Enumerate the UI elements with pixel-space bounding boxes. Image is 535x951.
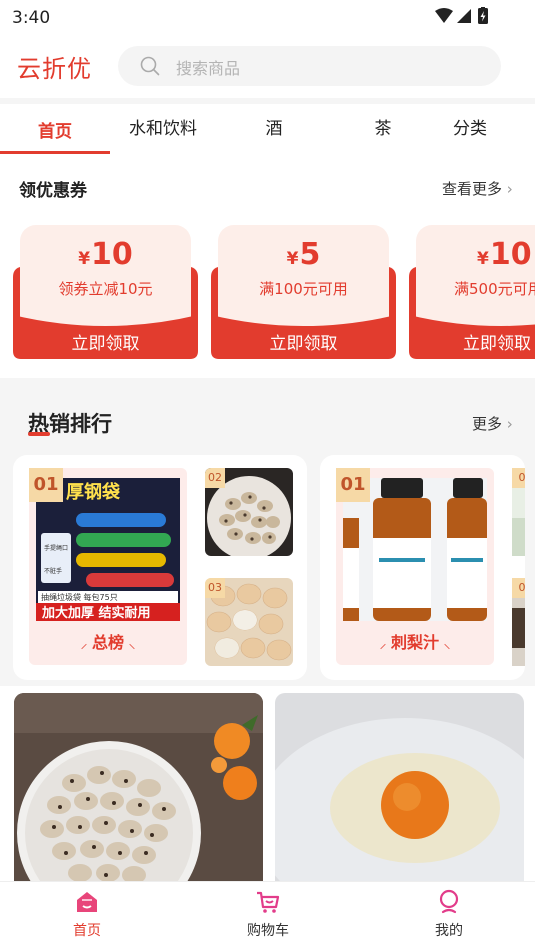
tag-b: 不脏手: [44, 567, 62, 575]
active-tab-indicator: [0, 151, 110, 154]
chevron-right-icon: ›: [506, 180, 513, 198]
coupon-condition: 领券立减10元: [58, 280, 153, 298]
coupon-card[interactable]: ¥5 满100元可用 立即领取: [211, 225, 396, 359]
hot-more-link[interactable]: 更多 ›: [472, 413, 513, 434]
nav-profile[interactable]: 我的: [409, 888, 489, 940]
laurel-left-icon: ⸝: [80, 636, 92, 652]
coupon-amount: ¥10: [13, 237, 198, 272]
tag-a: 手提绳口: [44, 544, 68, 552]
coupon-condition: 满500元可用: [454, 280, 535, 298]
claim-coupon-button[interactable]: 立即领取: [13, 329, 198, 354]
product-card-egg[interactable]: [275, 693, 524, 893]
rank-caption-label: 总榜: [91, 633, 124, 652]
currency-symbol: ¥: [477, 249, 489, 269]
rank-badge: 0: [512, 468, 525, 488]
coupon-value: 10: [489, 237, 532, 272]
claim-coupon-button[interactable]: 立即领取: [463, 329, 535, 354]
currency-symbol: ¥: [286, 249, 299, 269]
chevron-right-icon: ›: [506, 415, 513, 433]
tab-wine[interactable]: 酒: [219, 114, 329, 139]
hot-more-label: 更多: [472, 415, 503, 433]
rank-card-total[interactable]: 01 厚钢袋 手提绳口 不脏手 抽绳垃圾袋 每包75只 加大加厚 结实耐用 ⸝ …: [13, 455, 307, 680]
category-tabs: 首页 水和饮料 酒 茶 分类: [0, 104, 535, 154]
rank-caption-label: 刺梨汁: [390, 633, 439, 652]
brand-logo: 云折优: [17, 55, 92, 83]
laurel-left-icon: ⸝: [379, 636, 391, 652]
coupon-amount: ¥10: [477, 237, 535, 272]
rank-small-item[interactable]: 0: [512, 468, 525, 556]
rank-card-cili[interactable]: 01 ⸝ 刺梨汁 ⸜ 0 0: [320, 455, 525, 680]
status-time: 3:40: [12, 8, 51, 28]
laurel-right-icon: ⸜: [124, 636, 136, 652]
rank-main-item[interactable]: 01 厚钢袋 手提绳口 不脏手 抽绳垃圾袋 每包75只 加大加厚 结实耐用 ⸝ …: [29, 468, 187, 665]
app-header: 云折优 搜索商品: [0, 36, 535, 96]
bottom-navigation: 首页 购物车 我的: [0, 881, 535, 951]
rank-main-item[interactable]: 01 ⸝ 刺梨汁 ⸜: [336, 468, 494, 665]
rank-small-item[interactable]: 0: [512, 578, 525, 666]
claim-coupon-button[interactable]: 立即领取: [211, 329, 396, 354]
rank-small-item[interactable]: 03: [205, 578, 293, 666]
status-bar: 3:40: [0, 0, 535, 36]
wifi-icon: [435, 8, 453, 23]
currency-symbol: ¥: [78, 249, 91, 269]
nav-cart[interactable]: 购物车: [228, 888, 308, 940]
product-headline: 厚钢袋: [66, 481, 121, 503]
tab-home[interactable]: 首页: [0, 117, 110, 142]
rank-badge: 01: [336, 468, 370, 502]
coupon-clip: ¥10 满500元可用 立即领取: [409, 225, 535, 359]
coupon-value: 10: [91, 237, 133, 272]
home-icon: [77, 892, 97, 912]
title-accent: [28, 432, 50, 436]
laurel-right-icon: ⸜: [439, 636, 451, 652]
nav-home-label: 首页: [73, 923, 101, 939]
coupon-amount: ¥5: [211, 237, 396, 272]
product-card-quail-eggs[interactable]: [14, 693, 263, 893]
coupons-more-link[interactable]: 查看更多 ›: [442, 178, 513, 199]
nav-cart-label: 购物车: [247, 923, 289, 939]
quail-eggs-photo: [14, 693, 263, 893]
coupons-title: 领优惠券: [19, 181, 87, 201]
rank-badge: 01: [29, 468, 63, 502]
product-strip: 抽绳垃圾袋 每包75只: [41, 592, 118, 602]
product-banner: 加大加厚 结实耐用: [41, 605, 151, 621]
status-icons: [435, 7, 488, 24]
egg-yolk-photo: [275, 693, 524, 893]
search-icon: [140, 56, 160, 76]
profile-icon: [439, 889, 459, 914]
signal-icon: [457, 9, 471, 23]
coupon-card[interactable]: ¥10 领券立减10元 立即领取: [13, 225, 198, 359]
nav-home[interactable]: 首页: [47, 888, 127, 940]
rank-small-item[interactable]: 02: [205, 468, 293, 556]
coupon-value: 5: [299, 237, 321, 272]
coupon-condition: 满100元可用: [259, 280, 348, 298]
rank-caption: ⸝ 总榜 ⸜: [29, 629, 187, 653]
nav-profile-label: 我的: [435, 923, 463, 939]
rank-caption: ⸝ 刺梨汁 ⸜: [336, 629, 494, 653]
divider: [0, 378, 535, 390]
tab-category[interactable]: 分类: [415, 114, 525, 139]
rank-badge: 0: [512, 578, 525, 598]
rank-badge: 02: [205, 468, 225, 488]
cart-icon: [257, 891, 280, 913]
search-placeholder: 搜索商品: [176, 59, 241, 78]
coupons-more-label: 查看更多: [442, 180, 503, 198]
search-bar[interactable]: 搜索商品: [118, 46, 501, 86]
rank-badge: 03: [205, 578, 225, 598]
tab-water-drinks[interactable]: 水和饮料: [108, 114, 218, 139]
coupon-card[interactable]: ¥10 满500元可用 立即领取: [409, 225, 535, 359]
